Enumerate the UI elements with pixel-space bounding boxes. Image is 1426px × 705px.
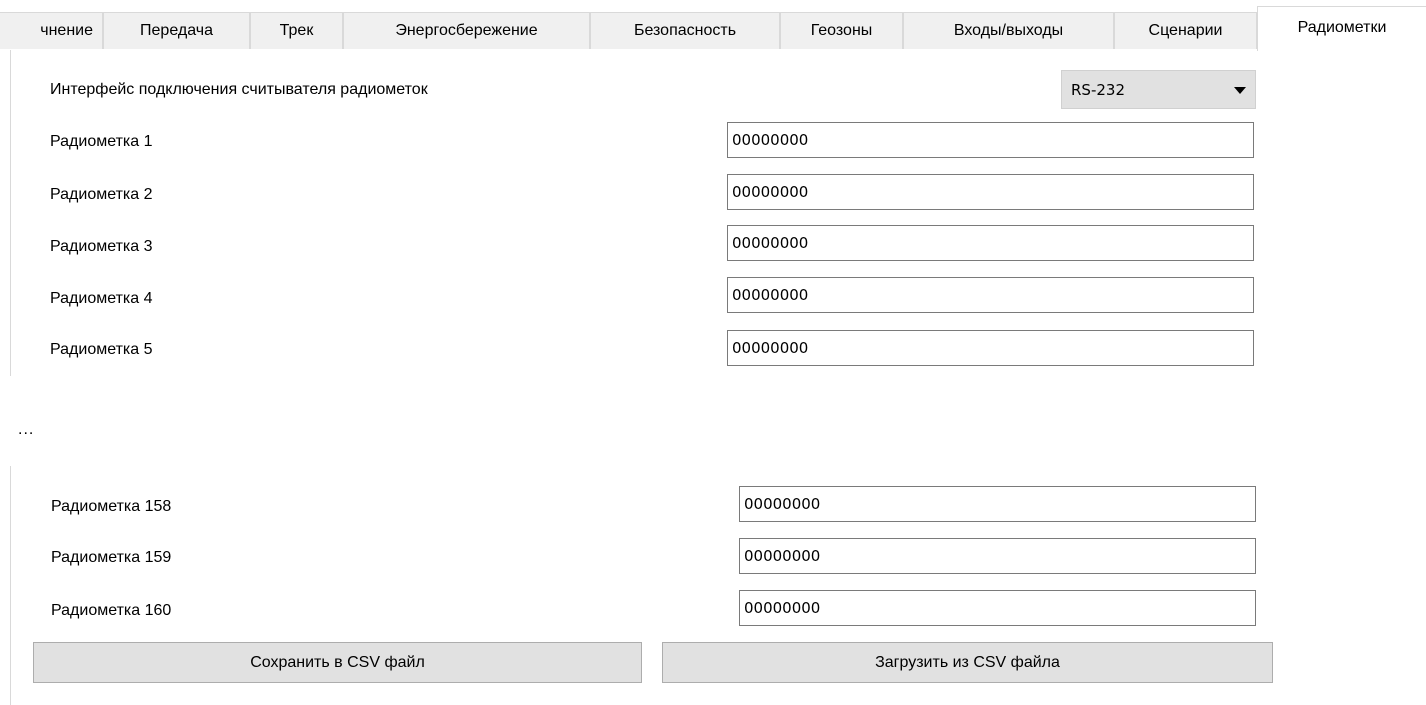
tag-158-field[interactable] — [739, 486, 1256, 522]
tag-1-field[interactable] — [727, 122, 1254, 158]
tab-label: Геозоны — [810, 22, 873, 39]
tag-160-field[interactable] — [739, 590, 1256, 626]
load-csv-button[interactable]: Загрузить из CSV файла — [662, 642, 1273, 683]
tag-5-label: Радиометка 5 — [50, 341, 153, 358]
interface-select[interactable]: RS-232 — [1061, 70, 1256, 109]
tab-transmission[interactable]: Передача — [103, 12, 250, 49]
tab-label: Передача — [140, 22, 213, 39]
load-csv-button-label: Загрузить из CSV файла — [875, 653, 1060, 671]
tab-label: Входы/выходы — [953, 22, 1064, 39]
tag-158-input[interactable] — [744, 495, 1255, 513]
tab-radio-tags[interactable]: Радиометки — [1257, 6, 1426, 51]
tag-3-field[interactable] — [727, 225, 1254, 261]
tag-3-input[interactable] — [732, 234, 1253, 252]
tab-label: Трек — [279, 22, 314, 39]
tag-4-input[interactable] — [732, 286, 1253, 304]
tab-scenarios[interactable]: Сценарии — [1114, 12, 1257, 49]
tag-5-input[interactable] — [732, 339, 1253, 357]
tab-geozones[interactable]: Геозоны — [780, 12, 903, 49]
panel-border-bottom — [10, 466, 11, 705]
tab-security[interactable]: Безопасность — [590, 12, 780, 49]
tab-bar: чнение Передача Трек Энергосбережение Бе… — [0, 0, 1426, 51]
save-csv-button-label: Сохранить в CSV файл — [250, 653, 425, 671]
tag-5-field[interactable] — [727, 330, 1254, 366]
tag-4-field[interactable] — [727, 277, 1254, 313]
tab-label: Энергосбережение — [395, 22, 538, 39]
tag-3-label: Радиометка 3 — [50, 238, 153, 255]
interface-label: Интерфейс подключения считывателя радиом… — [50, 81, 428, 98]
tag-4-label: Радиометка 4 — [50, 290, 153, 307]
tag-160-input[interactable] — [744, 599, 1255, 617]
tab-energy-saving[interactable]: Энергосбережение — [343, 12, 590, 49]
tab-label: Безопасность — [633, 22, 737, 39]
tab-track[interactable]: Трек — [250, 12, 343, 49]
tag-1-label: Радиометка 1 — [50, 133, 153, 150]
tab-storage[interactable]: чнение — [0, 12, 103, 49]
tag-1-input[interactable] — [732, 131, 1253, 149]
interface-select-value: RS-232 — [1071, 80, 1125, 99]
panel-border-top — [10, 50, 11, 376]
tab-label: Радиометки — [1297, 19, 1387, 36]
tab-label: чнение — [40, 22, 93, 39]
tag-2-field[interactable] — [727, 174, 1254, 210]
tag-159-label: Радиометка 159 — [51, 549, 172, 566]
ellipsis: ... — [18, 421, 35, 438]
tag-2-label: Радиометка 2 — [50, 186, 153, 203]
save-csv-button[interactable]: Сохранить в CSV файл — [33, 642, 642, 683]
tag-159-input[interactable] — [744, 547, 1255, 565]
chevron-down-icon — [1234, 87, 1246, 94]
tab-inputs-outputs[interactable]: Входы/выходы — [903, 12, 1114, 49]
tag-158-label: Радиометка 158 — [51, 498, 172, 515]
tag-2-input[interactable] — [732, 183, 1253, 201]
tag-159-field[interactable] — [739, 538, 1256, 574]
tag-160-label: Радиометка 160 — [51, 602, 172, 619]
tab-label: Сценарии — [1148, 22, 1223, 39]
